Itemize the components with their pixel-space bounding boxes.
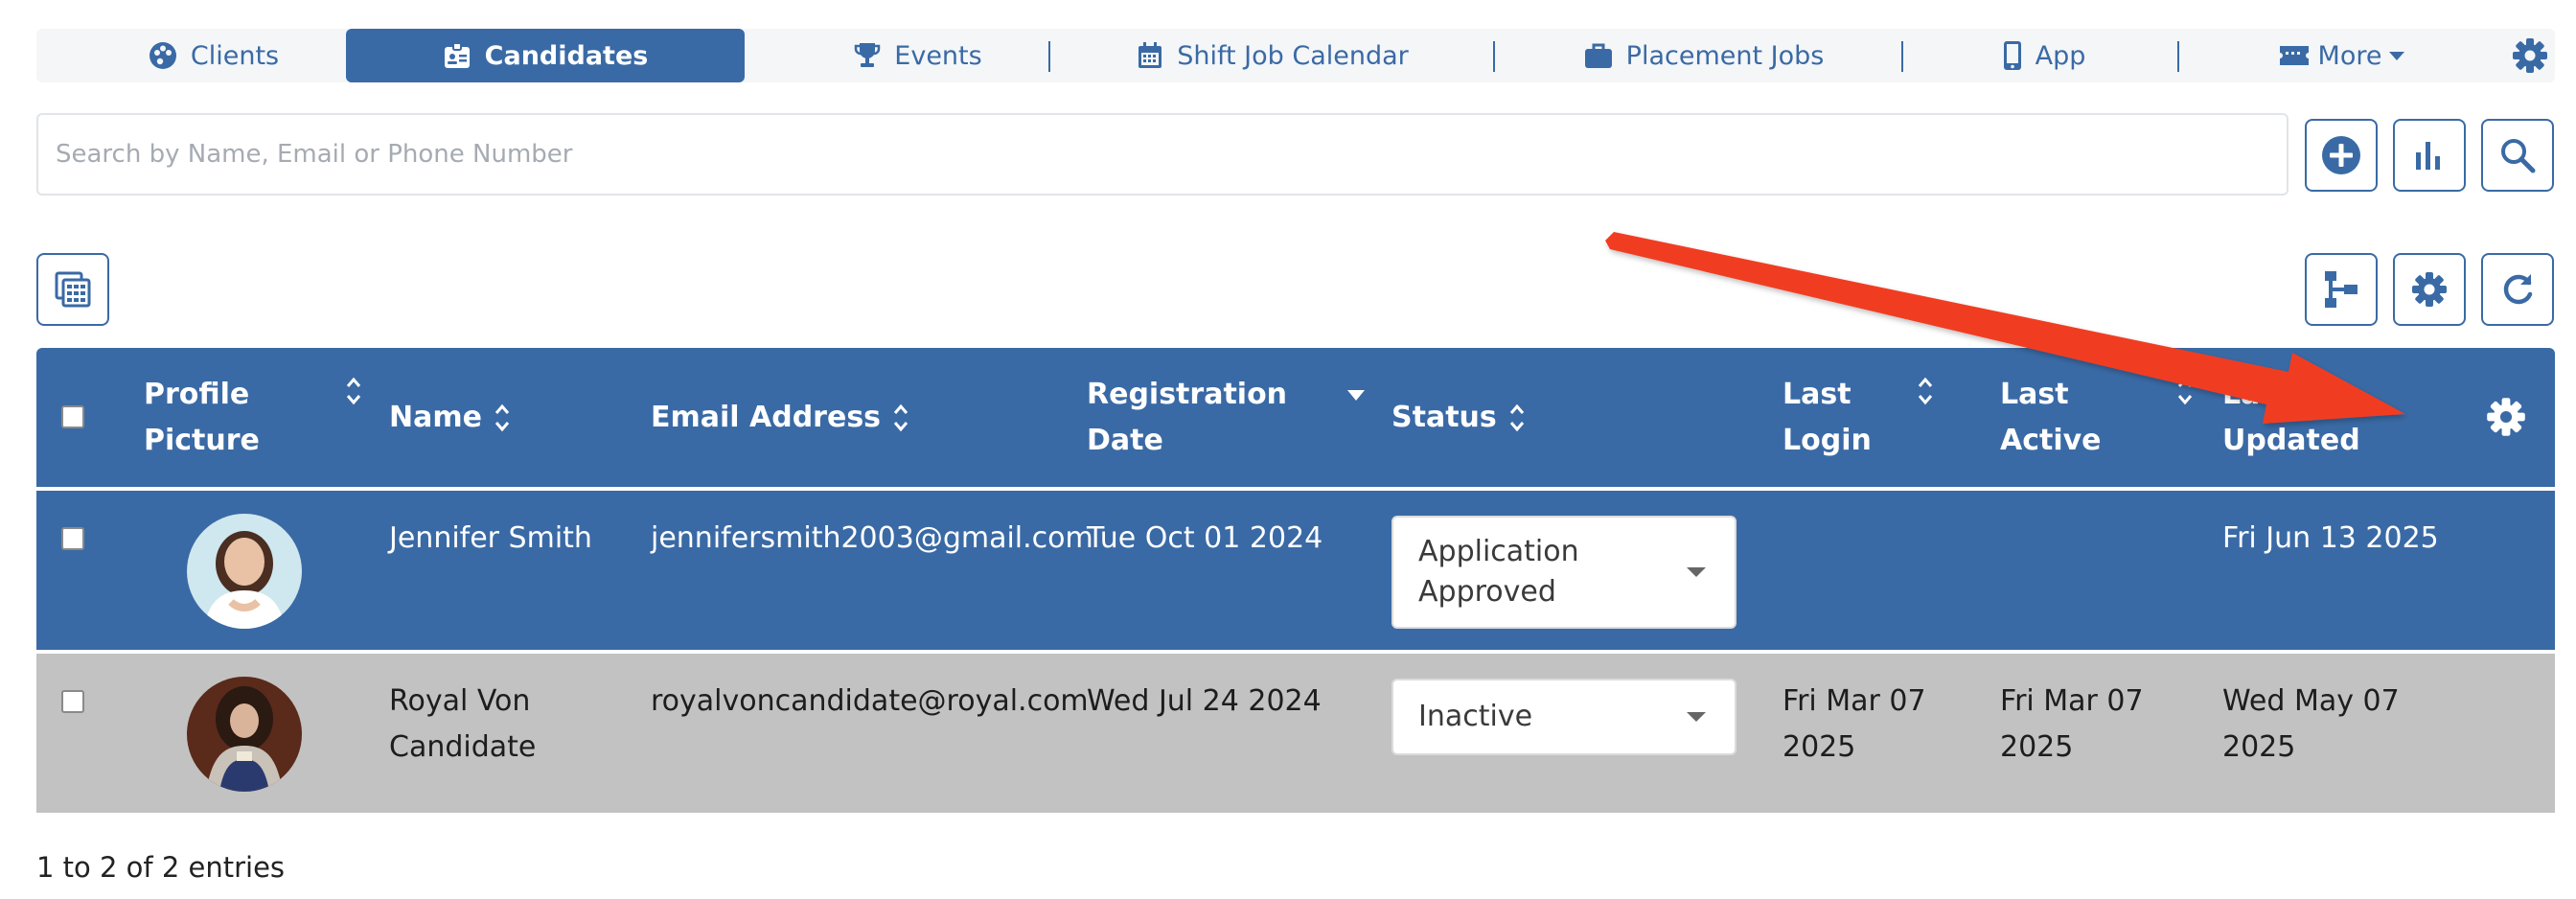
mobile-icon [2003, 41, 2021, 70]
table-settings-button[interactable] [2393, 253, 2466, 326]
ticket-icon [2279, 46, 2309, 65]
nav-tab-label: Clients [190, 40, 280, 71]
add-button[interactable] [2305, 119, 2378, 192]
refresh-button[interactable] [2481, 253, 2554, 326]
statistics-button[interactable] [2393, 119, 2466, 192]
search-icon [2501, 139, 2536, 173]
search-input[interactable] [36, 113, 2288, 196]
palette-icon [149, 42, 176, 69]
cell-registration-date: Tue Oct 01 2024 [1087, 521, 1323, 555]
chevron-down-icon [1687, 567, 1706, 577]
table-row[interactable]: Jennifer Smith jennifersmith2003@gmail.c… [36, 487, 2555, 650]
cell-last-updated: Fri Jun 13 2025 [2222, 521, 2439, 555]
cell-last-active: Fri Mar 07 2025 [2000, 684, 2144, 764]
status-select[interactable]: Application Approved [1392, 516, 1736, 629]
sort-icon [893, 403, 908, 431]
cell-name: Jennifer Smith [389, 521, 592, 555]
cell-email: jennifersmith2003@gmail.com [651, 521, 1093, 555]
cell-email: royalvoncandidate@royal.com [651, 684, 1089, 718]
sort-icon [1509, 403, 1524, 431]
status-select[interactable]: Inactive [1392, 679, 1736, 755]
nav-separator [1048, 41, 1050, 72]
cell-last-login: Fri Mar 07 2025 [1782, 684, 1926, 764]
column-tree-button[interactable] [2305, 253, 2378, 326]
row-checkbox[interactable] [61, 690, 84, 713]
column-header-registration-date[interactable]: Registration Date [1087, 348, 1374, 487]
gear-icon[interactable] [2511, 36, 2549, 75]
column-header-profile-picture[interactable]: Profile Picture [144, 348, 364, 487]
nav-tab-placement-jobs[interactable]: Placement Jobs [1579, 29, 1828, 82]
trophy-icon [855, 43, 881, 67]
cell-registration-date: Wed Jul 24 2024 [1087, 684, 1322, 718]
select-all-checkbox[interactable] [61, 405, 84, 428]
nav-tab-label: More [2317, 40, 2382, 71]
candidates-table: Profile Picture Name Email Address Regist… [36, 348, 2555, 813]
entries-count: 1 to 2 of 2 entries [36, 851, 286, 884]
nav-separator [1901, 41, 1903, 72]
sort-icon [346, 377, 361, 405]
nav-tab-label: Placement Jobs [1625, 40, 1825, 71]
plus-circle-icon [2322, 136, 2360, 174]
refresh-icon [2503, 274, 2533, 305]
nav-separator [2177, 41, 2179, 72]
avatar [187, 514, 302, 629]
column-header-name[interactable]: Name [389, 348, 581, 487]
column-header-status[interactable]: Status [1392, 348, 1622, 487]
id-badge-icon [444, 42, 470, 68]
cell-last-updated: Wed May 07 2025 [2222, 684, 2400, 764]
nav-tab-clients[interactable]: Clients [113, 29, 314, 82]
nav-tab-events[interactable]: Events [822, 29, 1014, 82]
avatar [187, 677, 302, 792]
nav-tab-app[interactable]: App [1991, 29, 2097, 82]
calendar-icon [1138, 42, 1162, 68]
nav-tab-label: Shift Job Calendar [1177, 40, 1409, 71]
top-navigation: Clients Candidates Events Shift Job Cale… [36, 29, 2555, 82]
row-checkbox[interactable] [61, 527, 84, 550]
column-header-last-active[interactable]: Last Active [2000, 348, 2193, 487]
column-header-last-updated[interactable]: Last Updated [2222, 348, 2433, 487]
sort-desc-icon [1347, 390, 1365, 401]
sort-icon [1918, 377, 1933, 405]
column-header-last-login[interactable]: Last Login [1782, 348, 1974, 487]
export-table-button[interactable] [36, 253, 109, 326]
gear-icon[interactable] [2485, 396, 2527, 438]
hierarchy-icon [2325, 271, 2358, 308]
gear-icon [2412, 272, 2447, 307]
nav-tab-label: App [2035, 40, 2086, 71]
table-row[interactable]: Royal Von Candidate royalvoncandidate@roy… [36, 650, 2555, 813]
sort-icon [494, 403, 510, 431]
nav-separator [1493, 41, 1495, 72]
sort-icon [2177, 377, 2193, 405]
cell-name: Royal Von Candidate [389, 684, 537, 764]
nav-tab-label: Events [894, 40, 982, 71]
chevron-down-icon [1687, 712, 1706, 722]
search-button[interactable] [2481, 119, 2554, 192]
nav-tab-label: Candidates [484, 40, 649, 71]
column-header-email[interactable]: Email Address [651, 348, 957, 487]
bar-chart-icon [2416, 142, 2440, 170]
nav-tab-more[interactable]: More [2269, 29, 2413, 82]
nav-tab-candidates[interactable]: Candidates [346, 29, 745, 82]
table-export-icon [55, 271, 91, 308]
chevron-down-icon [2389, 51, 2405, 60]
nav-tab-shift-job-calendar[interactable]: Shift Job Calendar [1129, 29, 1416, 82]
briefcase-icon [1584, 43, 1612, 68]
table-header: Profile Picture Name Email Address Regist… [36, 348, 2555, 487]
